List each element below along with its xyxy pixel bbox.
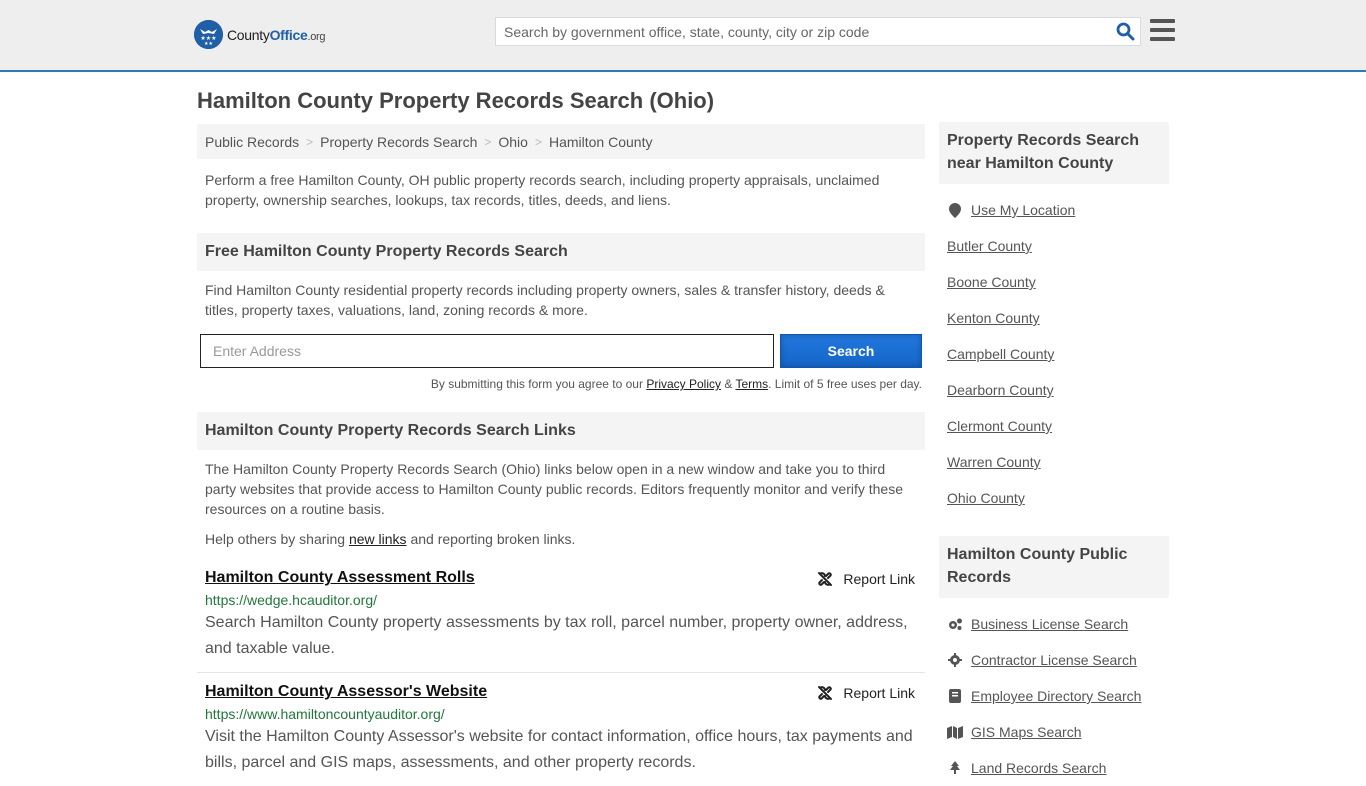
public-records-heading: Hamilton County Public Records bbox=[939, 536, 1169, 598]
breadcrumb-hamilton-county: Hamilton County bbox=[548, 133, 653, 150]
site-search bbox=[495, 17, 1141, 46]
breadcrumb-separator: > bbox=[484, 134, 492, 149]
nearby-county-item: Boone County bbox=[947, 264, 1161, 300]
nearby-county-item: Butler County bbox=[947, 228, 1161, 264]
logo-main: Office bbox=[269, 26, 308, 43]
county-link-butler[interactable]: Butler County bbox=[947, 238, 1032, 254]
nearby-county-item: Ohio County bbox=[947, 480, 1161, 516]
county-link-dearborn[interactable]: Dearborn County bbox=[947, 382, 1054, 398]
breadcrumb-public-records[interactable]: Public Records bbox=[205, 134, 299, 150]
nearby-county-item: Clermont County bbox=[947, 408, 1161, 444]
breadcrumb-ohio[interactable]: Ohio bbox=[498, 134, 528, 150]
disclaimer-prefix: By submitting this form you agree to our bbox=[430, 377, 647, 391]
logo-suffix: .org bbox=[307, 30, 326, 43]
public-records-item: Contractor License Search bbox=[947, 642, 1161, 678]
menu-bar bbox=[1150, 28, 1175, 32]
map-icon bbox=[947, 725, 963, 739]
report-link-label: Report Link bbox=[843, 571, 915, 587]
contractor-license-search-link[interactable]: Contractor License Search bbox=[971, 652, 1137, 668]
report-link-label: Report Link bbox=[843, 685, 915, 701]
search-icon bbox=[1116, 22, 1134, 41]
employee-directory-search-link[interactable]: Employee Directory Search bbox=[971, 688, 1141, 704]
site-search-button[interactable] bbox=[1110, 18, 1140, 45]
public-records-item: Business License Search bbox=[947, 606, 1161, 642]
link-entry: Hamilton County Assessment Rolls Report … bbox=[197, 569, 925, 662]
broken-link-icon bbox=[818, 686, 833, 700]
help-suffix: and reporting broken links. bbox=[406, 531, 576, 547]
help-prefix: Help others by sharing bbox=[205, 531, 349, 547]
links-section-heading: Hamilton County Property Records Search … bbox=[197, 412, 925, 450]
county-link-campbell[interactable]: Campbell County bbox=[947, 346, 1054, 362]
links-section-description: The Hamilton County Property Records Sea… bbox=[205, 461, 903, 517]
new-links-link[interactable]: new links bbox=[349, 531, 407, 547]
nearby-county-item: Campbell County bbox=[947, 336, 1161, 372]
disclaimer-suffix: . Limit of 5 free uses per day. bbox=[768, 377, 922, 391]
link-description: Search Hamilton County property assessme… bbox=[205, 614, 908, 657]
gis-maps-search-link[interactable]: GIS Maps Search bbox=[971, 724, 1082, 740]
hamburger-menu-icon[interactable] bbox=[1150, 19, 1175, 41]
map-marker-icon bbox=[947, 202, 963, 218]
business-license-search-link[interactable]: Business License Search bbox=[971, 616, 1128, 632]
county-link-warren[interactable]: Warren County bbox=[947, 454, 1041, 470]
link-title[interactable]: Hamilton County Assessor's Website bbox=[205, 683, 487, 701]
divider bbox=[197, 672, 925, 673]
book-icon bbox=[947, 689, 963, 703]
eagle-logo-icon: ★★★ ★★ bbox=[194, 20, 223, 49]
intro-text: Perform a free Hamilton County, OH publi… bbox=[205, 172, 880, 208]
free-search-heading: Free Hamilton County Property Records Se… bbox=[197, 233, 925, 271]
site-logo[interactable]: ★★★ ★★ CountyOffice.org bbox=[194, 20, 326, 49]
gears-icon bbox=[947, 617, 963, 631]
site-search-input[interactable] bbox=[496, 18, 1110, 45]
broken-link-icon bbox=[818, 572, 833, 586]
breadcrumb-separator: > bbox=[534, 134, 542, 149]
link-url: https://www.hamiltoncountyauditor.org/ bbox=[205, 706, 445, 722]
public-records-list: Business License Search Contractor Licen… bbox=[939, 606, 1169, 786]
nearby-county-item: Dearborn County bbox=[947, 372, 1161, 408]
county-link-clermont[interactable]: Clermont County bbox=[947, 418, 1052, 434]
county-link-ohio[interactable]: Ohio County bbox=[947, 490, 1025, 506]
form-disclaimer: By submitting this form you agree to our… bbox=[197, 377, 922, 391]
main-content: Public Records > Property Records Search… bbox=[197, 124, 925, 776]
sidebar: Property Records Search near Hamilton Co… bbox=[939, 122, 1169, 786]
logo-prefix: County bbox=[227, 26, 270, 43]
address-search-form: Search bbox=[200, 334, 922, 368]
report-link-button[interactable]: Report Link bbox=[817, 685, 915, 701]
tree-icon bbox=[947, 761, 963, 775]
county-link-kenton[interactable]: Kenton County bbox=[947, 310, 1040, 326]
county-link-boone[interactable]: Boone County bbox=[947, 274, 1036, 290]
nearby-county-item: Warren County bbox=[947, 444, 1161, 480]
breadcrumb-separator: > bbox=[306, 134, 314, 149]
public-records-item: Employee Directory Search bbox=[947, 678, 1161, 714]
page-title: Hamilton County Property Records Search … bbox=[197, 88, 715, 113]
report-link-button[interactable]: Report Link bbox=[817, 571, 915, 587]
menu-bar bbox=[1150, 19, 1175, 23]
site-header: ★★★ ★★ CountyOffice.org bbox=[0, 0, 1366, 72]
use-my-location-item: Use My Location bbox=[947, 192, 1161, 228]
public-records-item: Land Records Search bbox=[947, 750, 1161, 786]
link-title[interactable]: Hamilton County Assessment Rolls bbox=[205, 569, 475, 587]
link-entry: Hamilton County Assessor's Website Repor… bbox=[197, 683, 925, 776]
help-text: Help others by sharing new links and rep… bbox=[197, 529, 925, 549]
nearby-list: Use My Location Butler County Boone Coun… bbox=[939, 192, 1169, 516]
nearby-heading: Property Records Search near Hamilton Co… bbox=[939, 122, 1169, 184]
public-records-item: GIS Maps Search bbox=[947, 714, 1161, 750]
breadcrumb-property-records-search[interactable]: Property Records Search bbox=[320, 134, 477, 150]
link-description: Visit the Hamilton County Assessor's web… bbox=[205, 728, 913, 771]
address-input[interactable] bbox=[200, 334, 774, 368]
disclaimer-amp: & bbox=[721, 377, 736, 391]
menu-bar bbox=[1150, 37, 1175, 41]
use-my-location-link[interactable]: Use My Location bbox=[971, 202, 1075, 218]
land-records-search-link[interactable]: Land Records Search bbox=[971, 760, 1106, 776]
privacy-policy-link[interactable]: Privacy Policy bbox=[646, 377, 721, 391]
terms-link[interactable]: Terms bbox=[735, 377, 768, 391]
address-search-button[interactable]: Search bbox=[780, 334, 922, 368]
svg-text:★★: ★★ bbox=[204, 41, 213, 47]
link-url: https://wedge.hcauditor.org/ bbox=[205, 592, 377, 608]
nearby-county-item: Kenton County bbox=[947, 300, 1161, 336]
free-search-description: Find Hamilton County residential propert… bbox=[205, 282, 885, 318]
logo-wordmark: CountyOffice.org bbox=[227, 26, 326, 43]
breadcrumb: Public Records > Property Records Search… bbox=[197, 124, 925, 159]
gear-icon bbox=[947, 653, 963, 667]
